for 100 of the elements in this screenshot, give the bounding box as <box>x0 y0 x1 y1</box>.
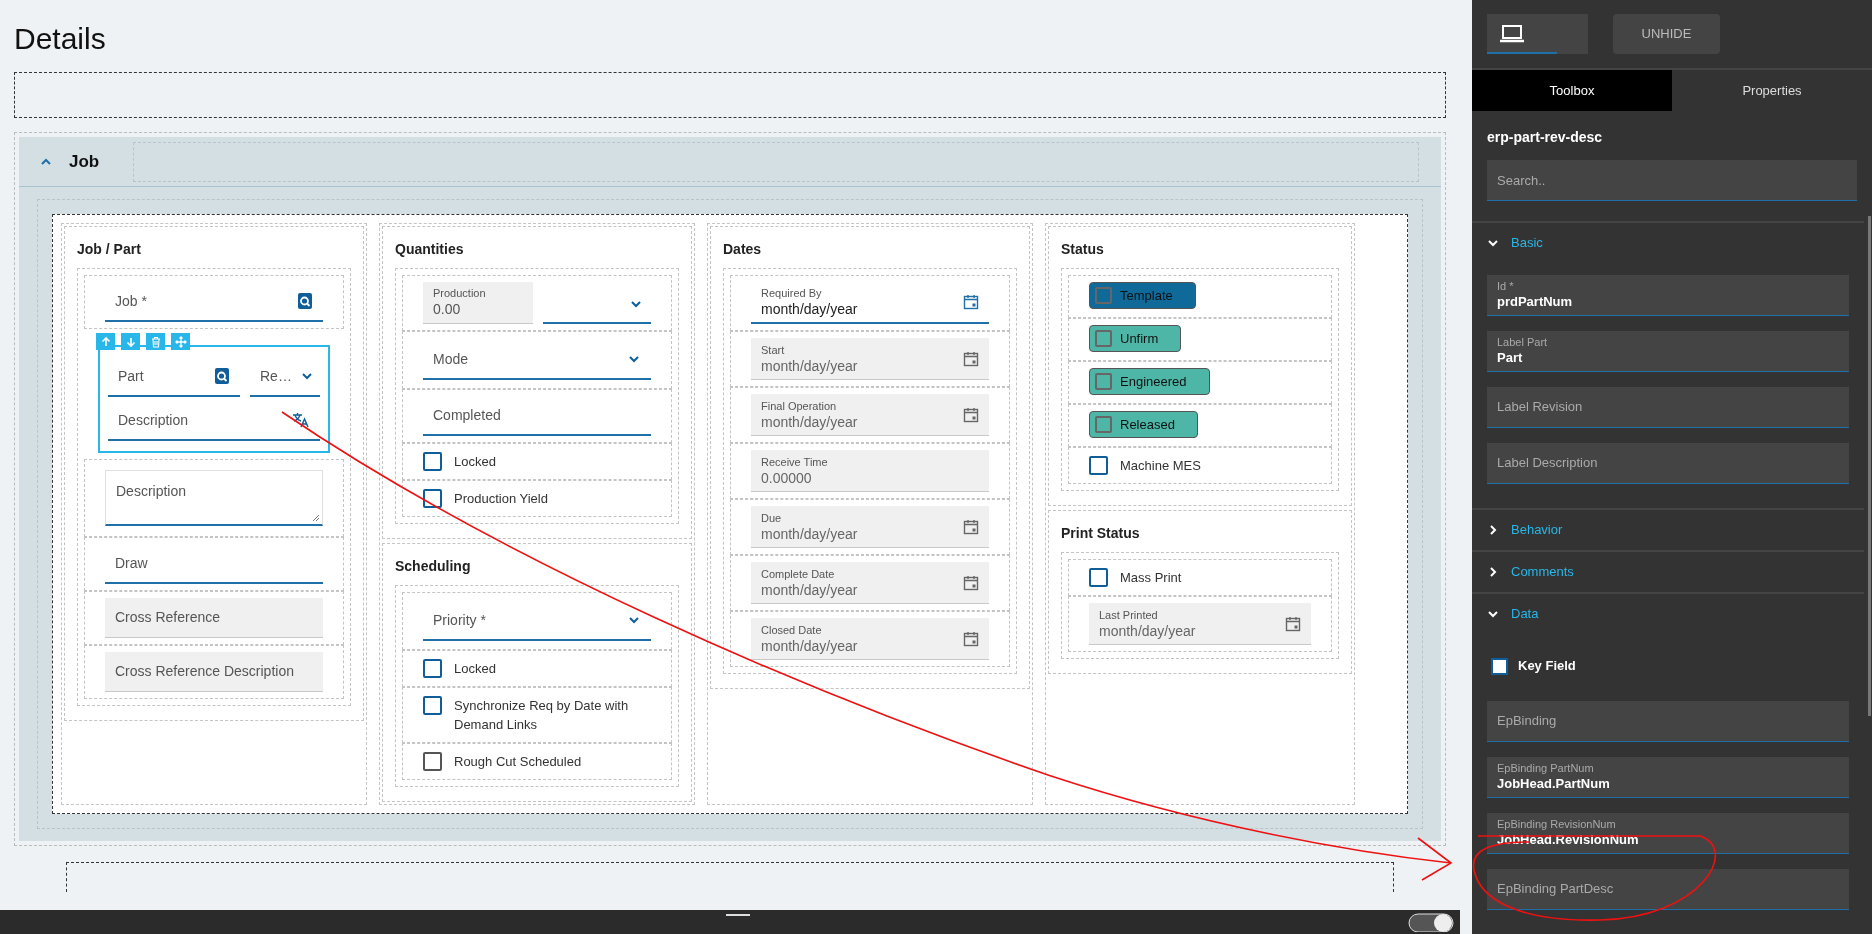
search-field[interactable]: Search.. <box>1487 160 1857 201</box>
field-value: month/day/year <box>761 524 859 543</box>
field-label: EpBinding PartDesc <box>1497 880 1615 899</box>
field-label: Description <box>118 410 190 430</box>
checkbox[interactable] <box>1491 657 1508 675</box>
field-label: Final Operation <box>761 398 838 413</box>
toggle-icon <box>1408 910 1454 932</box>
field-value: prdPartNum <box>1497 293 1574 310</box>
field-value: Part <box>1497 349 1524 366</box>
search-icon <box>297 293 313 309</box>
checkbox-label: Locked <box>454 660 496 678</box>
field-label: Cross Reference <box>115 608 222 627</box>
section-title: Scheduling <box>395 557 472 576</box>
dropdown-field[interactable]: Re… <box>250 357 320 397</box>
section-header[interactable]: Behavior <box>1472 510 1864 550</box>
checkbox-label: Production Yield <box>454 490 548 508</box>
input-field[interactable]: Production 0.00 <box>423 282 533 324</box>
status-toggle[interactable]: Engineered <box>1089 368 1210 395</box>
panel-header[interactable]: Job <box>19 137 1441 187</box>
part-component[interactable]: Part Re… Description <box>98 345 330 453</box>
input-field[interactable]: EpBinding PartDesc <box>1487 869 1849 910</box>
field-value: month/day/year <box>761 580 859 599</box>
field-label: Required By <box>761 286 823 300</box>
field-label: Id * <box>1497 280 1515 293</box>
input-field[interactable]: EpBinding <box>1487 701 1849 742</box>
field-label: Closed Date <box>761 622 823 637</box>
input-field[interactable]: Label Part Part <box>1487 331 1849 372</box>
input-field[interactable]: Cross Reference <box>105 598 323 638</box>
calendar-icon <box>963 574 979 591</box>
date-field[interactable]: Due month/day/year <box>751 506 989 548</box>
checkbox-label: Machine MES <box>1120 457 1201 475</box>
section-header[interactable]: Data <box>1472 594 1864 634</box>
field-label: Label Revision <box>1497 398 1584 417</box>
chevron-down-icon <box>1487 237 1499 249</box>
field-label: Production <box>433 286 487 300</box>
field-value: JobHead.PartNum <box>1497 775 1611 792</box>
field-label: Job * <box>115 291 148 311</box>
field-label: Label Part <box>1497 336 1549 349</box>
checkbox-label: Key Field <box>1518 657 1576 676</box>
field-value: month/day/year <box>1099 621 1197 640</box>
input-field[interactable]: EpBinding PartNum JobHead.PartNum <box>1487 757 1849 798</box>
field-value: month/day/year <box>761 412 859 431</box>
date-field[interactable]: Final Operation month/day/year <box>751 394 989 436</box>
date-field[interactable]: Start month/day/year <box>751 338 989 380</box>
input-field[interactable]: Cross Reference Description <box>105 652 323 692</box>
input-field[interactable]: Receive Time 0.00000 <box>751 450 989 492</box>
input-field[interactable]: Id * prdPartNum <box>1487 275 1849 316</box>
resize-grip-icon <box>312 514 320 522</box>
checkbox[interactable] <box>423 452 442 471</box>
field-label: Last Printed <box>1099 607 1159 622</box>
checkbox[interactable] <box>423 696 442 715</box>
chevron-right-icon <box>1487 566 1499 578</box>
checkbox[interactable] <box>423 489 442 508</box>
panel-title: Job <box>69 150 101 173</box>
field-value: 0.00000 <box>761 468 813 487</box>
date-field[interactable]: Last Printed month/day/year <box>1089 603 1311 645</box>
field-label: Mode <box>433 349 470 369</box>
checkbox-label: Mass Print <box>1120 569 1182 587</box>
field-label: EpBinding RevisionNum <box>1497 818 1617 831</box>
field-label: EpBinding PartNum <box>1497 762 1595 775</box>
field-label: Priority * <box>433 610 487 630</box>
translate-icon <box>292 412 310 428</box>
checkbox[interactable] <box>423 659 442 678</box>
section-title: Quantities <box>395 240 465 259</box>
chevron-right-icon <box>1487 524 1499 536</box>
calendar-icon <box>963 518 979 535</box>
chevron-down-icon <box>1487 608 1499 620</box>
field-value: 0.00 <box>433 300 462 318</box>
field-label: Start <box>761 342 786 357</box>
page-title: Details <box>13 21 107 57</box>
section-title: Status <box>1061 240 1105 259</box>
field-label: Part <box>118 366 145 386</box>
lookup-field[interactable]: Part <box>108 357 240 397</box>
section-header[interactable]: Basic <box>1472 223 1864 263</box>
input-field[interactable]: Label Description <box>1487 443 1849 484</box>
field-label: Re… <box>260 366 292 386</box>
field-value: month/day/year <box>761 636 859 655</box>
device-button[interactable] <box>1487 14 1588 54</box>
date-field[interactable]: Complete Date month/day/year <box>751 562 989 604</box>
tab[interactable]: Properties <box>1672 70 1872 111</box>
component-name: erp-part-rev-desc <box>1486 128 1604 147</box>
section-header[interactable]: Comments <box>1472 552 1864 592</box>
field-label: Completed <box>433 405 502 425</box>
input-field[interactable]: Description <box>108 401 320 441</box>
field-label: Cross Reference Description <box>115 662 295 681</box>
date-field[interactable]: Closed Date month/day/year <box>751 618 989 660</box>
field-label: Due <box>761 510 783 525</box>
handle-icon <box>726 912 750 918</box>
status-toggle[interactable]: Unfirm <box>1089 325 1182 352</box>
input-field[interactable]: Label Revision <box>1487 387 1849 428</box>
unhide-button[interactable]: UNHIDE <box>1613 14 1720 54</box>
text-area[interactable]: Description <box>105 470 323 526</box>
laptop-icon <box>1499 24 1525 44</box>
tab[interactable]: Toolbox <box>1472 70 1672 111</box>
field-label: Draw <box>115 553 149 573</box>
checkbox[interactable] <box>1089 456 1108 475</box>
status-toggle[interactable]: Released <box>1089 411 1198 438</box>
calendar-icon <box>963 630 979 647</box>
checkbox[interactable] <box>1089 568 1108 587</box>
checkbox-label: Synchronize Req by Date with Demand Links <box>454 697 630 734</box>
